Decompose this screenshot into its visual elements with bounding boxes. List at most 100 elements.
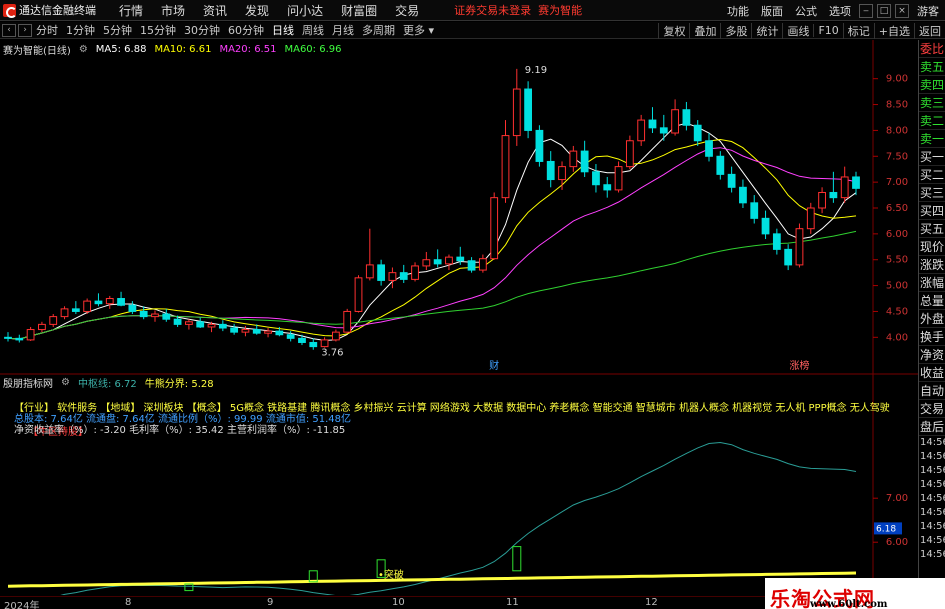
period-15min[interactable]: 15分钟: [136, 22, 180, 38]
menu-banmian[interactable]: 版面: [755, 3, 789, 19]
quote-item[interactable]: 买五: [919, 220, 945, 238]
quote-item[interactable]: 买一: [919, 148, 945, 166]
candle: [445, 254, 453, 271]
quote-item[interactable]: 卖四: [919, 76, 945, 94]
chevron-right-icon[interactable]: ›: [18, 23, 32, 37]
quote-item[interactable]: 收益: [919, 364, 945, 382]
guest-label[interactable]: 游客: [911, 3, 945, 19]
watermark-url: www.60lt.com: [810, 599, 888, 609]
candle-body: [241, 329, 250, 333]
menu-xuanxiang[interactable]: 选项: [823, 3, 857, 19]
candle: [818, 187, 826, 214]
quote-panel: 委比 卖五 卖四 卖三 卖二 卖一 买一 买二 买三 买四 买五 现价 涨跌 涨幅 总量 外盘 换手 净资 收益 自动…: [918, 40, 945, 595]
candle-body: [105, 298, 114, 305]
tick-time: 14:56: [920, 549, 945, 560]
menu-hangqing[interactable]: 行情: [110, 2, 152, 19]
menu-faxian[interactable]: 发现: [236, 2, 278, 19]
ind-tick-label: 6.00: [886, 537, 908, 548]
period-60min[interactable]: 60分钟: [224, 22, 268, 38]
candle-body: [26, 329, 35, 341]
logo-icon: [3, 3, 17, 18]
menu-jiaoyi[interactable]: 交易: [386, 2, 428, 19]
candle-body: [580, 150, 589, 173]
quote-item[interactable]: 涨跌: [919, 256, 945, 274]
candle: [38, 321, 46, 333]
quote-item[interactable]: 盘后: [919, 418, 945, 436]
candle: [558, 161, 566, 190]
btn-back[interactable]: 返回: [914, 22, 945, 39]
period-more[interactable]: 更多 ▾: [399, 22, 438, 38]
finance-marker: 财: [489, 359, 499, 372]
period-monthly[interactable]: 月线: [328, 22, 358, 38]
quote-item[interactable]: 买三: [919, 184, 945, 202]
quote-item[interactable]: 净资: [919, 346, 945, 364]
quote-item[interactable]: 交易: [919, 400, 945, 418]
period-5min[interactable]: 5分钟: [99, 22, 136, 38]
candle-body: [569, 150, 578, 168]
quote-item[interactable]: 卖二: [919, 112, 945, 130]
btn-add-watchlist[interactable]: +自选: [873, 22, 914, 39]
candle-body: [625, 140, 634, 168]
candle-body: [739, 186, 747, 204]
candle-body: [727, 173, 736, 188]
menu-zixun[interactable]: 资讯: [194, 2, 236, 19]
quote-item[interactable]: 买四: [919, 202, 945, 220]
quote-item[interactable]: 涨幅: [919, 274, 945, 292]
close-icon[interactable]: ×: [895, 3, 909, 18]
candle-body: [603, 184, 612, 191]
candle: [230, 323, 239, 335]
candle-body: [49, 316, 58, 325]
maximize-icon[interactable]: □: [877, 3, 891, 18]
btn-fuquan[interactable]: 复权: [658, 22, 689, 39]
period-1min[interactable]: 1分钟: [62, 22, 99, 38]
quote-item[interactable]: 换手: [919, 328, 945, 346]
candle-body: [365, 264, 374, 279]
candle-body: [467, 260, 476, 271]
quote-item[interactable]: 买二: [919, 166, 945, 184]
quote-item[interactable]: 现价: [919, 238, 945, 256]
period-30min[interactable]: 30分钟: [180, 22, 224, 38]
quote-item[interactable]: 卖五: [919, 58, 945, 76]
menu-gongshi[interactable]: 公式: [789, 3, 823, 19]
indicator-info: 殷朋指标网 ⚙ 中枢线: 6.72 牛熊分界: 5.28: [3, 375, 222, 390]
menu-caifuquan[interactable]: 财富圈: [332, 2, 386, 19]
quote-item[interactable]: 总量: [919, 292, 945, 310]
period-weekly[interactable]: 周线: [298, 22, 328, 38]
candle: [218, 320, 227, 332]
menu-gongneng[interactable]: 功能: [721, 3, 755, 19]
candle: [71, 301, 80, 315]
quote-item[interactable]: 卖三: [919, 94, 945, 112]
candle: [185, 319, 193, 330]
btn-f10[interactable]: F10: [813, 24, 842, 37]
chart-title: 赛为智能(日线): [3, 45, 71, 57]
period-daily[interactable]: 日线: [268, 22, 298, 38]
quote-item[interactable]: 卖一: [919, 130, 945, 148]
minimize-icon[interactable]: ‒: [859, 3, 873, 18]
btn-tongji[interactable]: 统计: [751, 22, 782, 39]
candle: [614, 161, 623, 193]
indicator-settings-icon[interactable]: ⚙: [61, 377, 70, 388]
period-fenshi[interactable]: 分时: [32, 22, 62, 38]
chevron-left-icon[interactable]: ‹: [2, 23, 16, 37]
bull-bear-label: 牛熊分界: 5.28: [144, 378, 214, 390]
settings-gear-icon[interactable]: ⚙: [79, 44, 88, 55]
period-multi[interactable]: 多周期: [358, 22, 399, 38]
candle-body: [772, 233, 781, 250]
quote-item[interactable]: 委比: [919, 40, 945, 58]
btn-duogu[interactable]: 多股: [720, 22, 751, 39]
candle-body: [411, 265, 419, 280]
candle: [320, 337, 329, 348]
quote-item[interactable]: 自动: [919, 382, 945, 400]
trade-login-warning[interactable]: 证券交易未登录 赛为智能: [454, 2, 582, 18]
btn-diejia[interactable]: 叠加: [689, 22, 720, 39]
candle-body: [162, 313, 171, 320]
y-tick-label: 4.50: [886, 306, 908, 317]
kline-chart[interactable]: 【牛区持股】•突破6.18 9.008.508.007.507.006.506.…: [0, 40, 918, 595]
menu-wenxiaoda[interactable]: 问小达: [278, 2, 332, 19]
candle: [727, 166, 736, 193]
candle: [784, 244, 793, 271]
menu-shichang[interactable]: 市场: [152, 2, 194, 19]
btn-biaoji[interactable]: 标记: [842, 22, 874, 39]
btn-huaxian[interactable]: 画线: [782, 22, 813, 39]
quote-item[interactable]: 外盘: [919, 310, 945, 328]
